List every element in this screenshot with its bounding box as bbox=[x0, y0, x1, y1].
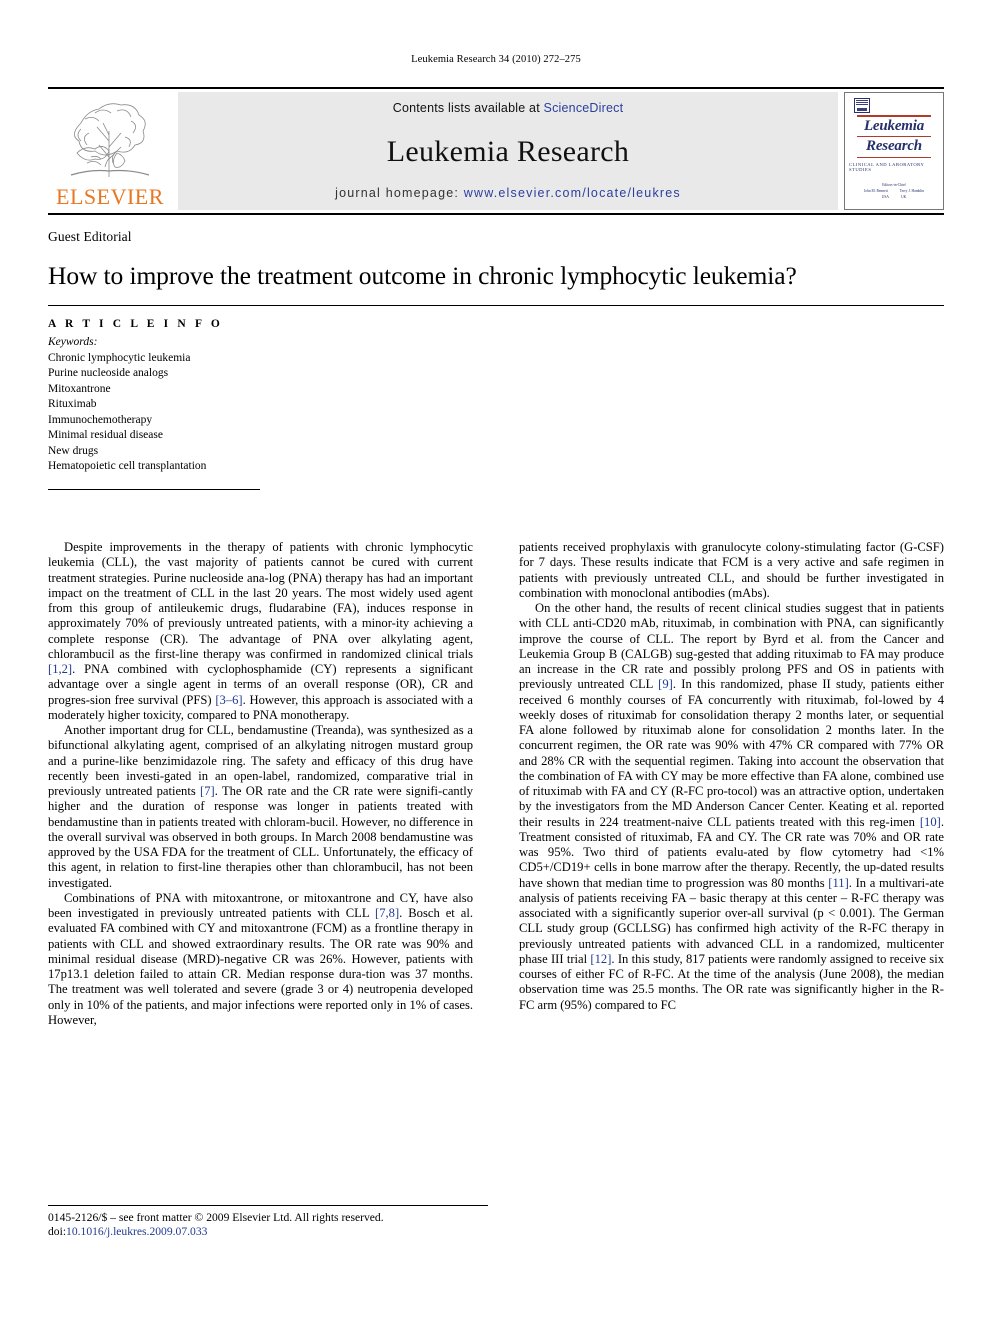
citation-link[interactable]: [12] bbox=[590, 952, 611, 966]
elsevier-logo: ELSEVIER bbox=[48, 92, 172, 210]
homepage-prefix-text: journal homepage: bbox=[335, 186, 464, 200]
article-info-heading: A R T I C L E I N F O bbox=[48, 318, 223, 331]
body-paragraph: patients received prophylaxis with granu… bbox=[519, 540, 944, 600]
body-columns: Despite improvements in the therapy of p… bbox=[48, 540, 944, 1028]
body-paragraph: Combinations of PNA with mitoxantrone, o… bbox=[48, 890, 473, 1027]
article-info-bottom-rule bbox=[48, 488, 260, 490]
cover-elsevier-icon bbox=[854, 98, 870, 113]
keywords-label: Keywords: bbox=[48, 336, 98, 349]
citation-link[interactable]: [11] bbox=[828, 876, 849, 890]
journal-homepage-link[interactable]: www.elsevier.com/locate/leukres bbox=[464, 186, 681, 200]
cover-title-line1: Leukemia bbox=[863, 117, 925, 134]
footer-rule bbox=[48, 1205, 488, 1206]
citation-link[interactable]: [1,2] bbox=[48, 662, 72, 676]
citation-link[interactable]: [7,8] bbox=[375, 906, 399, 920]
article-section-label: Guest Editorial bbox=[48, 229, 132, 244]
page-title: How to improve the treatment outcome in … bbox=[48, 261, 797, 290]
page-footer: 0145-2126/$ – see front matter © 2009 El… bbox=[48, 1205, 488, 1239]
title-bottom-rule bbox=[48, 305, 944, 307]
article-info-block: A R T I C L E I N F O Keywords: Chronic … bbox=[48, 318, 338, 490]
sciencedirect-link[interactable]: ScienceDirect bbox=[544, 101, 624, 115]
body-column-left: Despite improvements in the therapy of p… bbox=[48, 540, 473, 1028]
journal-homepage-line: journal homepage: www.elsevier.com/locat… bbox=[335, 186, 681, 200]
cover-rule-mid bbox=[857, 135, 931, 138]
citation-link[interactable]: [3–6] bbox=[215, 693, 242, 707]
keyword-item: Mitoxantrone bbox=[48, 382, 111, 395]
keyword-item: Rituximab bbox=[48, 398, 97, 411]
keyword-item: New drugs bbox=[48, 444, 99, 457]
paper-page: Leukemia Research 34 (2010) 272–275 ELSE… bbox=[0, 0, 992, 1323]
cover-subtitle: Clinical and Laboratory Studies bbox=[849, 162, 925, 173]
keyword-item: Hematopoietic cell transplantation bbox=[48, 460, 207, 473]
journal-cover-thumbnail: Leukemia Research Clinical and Laborator… bbox=[844, 92, 944, 210]
cover-editor1-place: USA bbox=[881, 195, 889, 200]
cover-title-line2: Research bbox=[866, 138, 922, 155]
cover-rule-bottom bbox=[857, 156, 931, 159]
citation-link[interactable]: [10] bbox=[920, 815, 941, 829]
cover-rule-top bbox=[857, 115, 931, 117]
running-head: Leukemia Research 34 (2010) 272–275 bbox=[411, 54, 581, 65]
body-column-right: patients received prophylaxis with granu… bbox=[519, 540, 944, 1028]
elsevier-wordmark: ELSEVIER bbox=[56, 184, 164, 209]
cover-editors-block: Editors-in-Chief John M. Bennett Terry J… bbox=[864, 182, 924, 200]
keyword-item: Purine nucleoside analogs bbox=[48, 367, 169, 380]
contents-available-line: Contents lists available at ScienceDirec… bbox=[393, 101, 624, 115]
masthead-bottom-rule bbox=[48, 213, 944, 215]
journal-band: Contents lists available at ScienceDirec… bbox=[178, 92, 838, 210]
citation-link[interactable]: [7] bbox=[200, 784, 215, 798]
body-paragraph: On the other hand, the results of recent… bbox=[519, 601, 945, 1012]
keyword-item: Immunochemotherapy bbox=[48, 413, 153, 426]
contents-prefix-text: Contents lists available at bbox=[392, 101, 544, 115]
keyword-item: Minimal residual disease bbox=[48, 429, 163, 442]
journal-title: Leukemia Research bbox=[386, 134, 630, 168]
cover-editor2-place: UK bbox=[900, 195, 907, 200]
body-paragraph: Another important drug for CLL, bendamus… bbox=[48, 723, 474, 890]
keyword-item: Chronic lymphocytic leukemia bbox=[48, 351, 191, 364]
citation-link[interactable]: [9] bbox=[658, 677, 673, 691]
copyright-line: 0145-2126/$ – see front matter © 2009 El… bbox=[48, 1211, 384, 1224]
doi-link[interactable]: 10.1016/j.leukres.2009.07.033 bbox=[66, 1225, 207, 1238]
doi-line: doi:10.1016/j.leukres.2009.07.033 bbox=[48, 1225, 488, 1239]
journal-masthead: ELSEVIER Contents lists available at Sci… bbox=[48, 87, 944, 210]
elsevier-tree-icon bbox=[70, 103, 150, 177]
doi-prefix: doi: bbox=[48, 1225, 67, 1238]
body-paragraph: Despite improvements in the therapy of p… bbox=[48, 540, 474, 722]
cover-editor-places: USA UK bbox=[864, 194, 924, 200]
